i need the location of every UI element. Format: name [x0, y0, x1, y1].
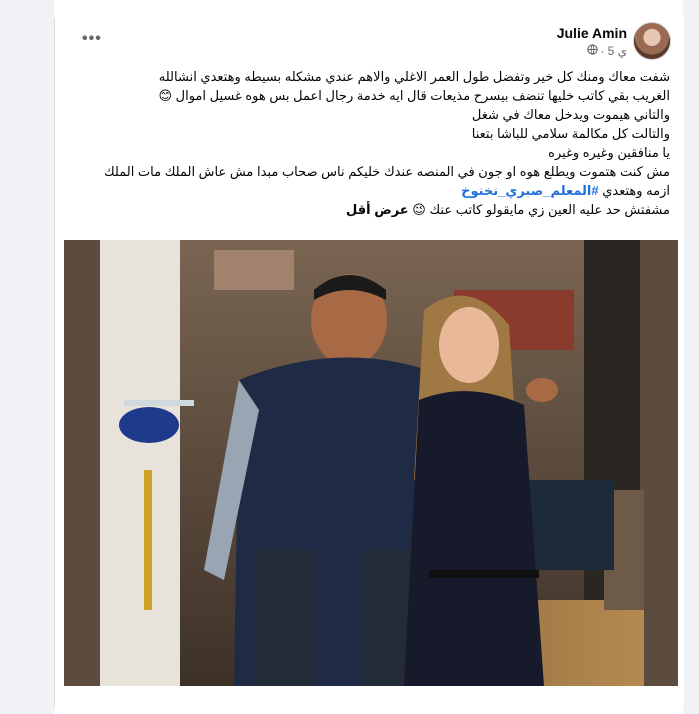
post-meta: · 5 ي — [586, 44, 627, 58]
text-line-2: الغريب بقي كاتب خليها تنضف بيسرح مذيعات … — [158, 88, 670, 103]
author-name[interactable]: Julie Amin — [557, 25, 627, 41]
avatar[interactable] — [633, 22, 671, 60]
more-options-button[interactable]: ••• — [82, 30, 102, 48]
post-text: شفت معاك ومنك كل خير وتفضل طول العمر الا… — [98, 67, 670, 219]
see-less-button[interactable]: عرض أقل — [346, 202, 409, 217]
separator: · — [600, 44, 605, 58]
text-line-4: والتالت كل مكالمة سلامي للباشا بتعنا — [471, 126, 670, 141]
globe-icon[interactable] — [586, 44, 598, 58]
hashtag-prefix: ازمه وهتعدي — [598, 183, 670, 198]
text-line-1: شفت معاك ومنك كل خير وتفضل طول العمر الا… — [158, 69, 670, 84]
last-line: مشفتش حد عليه العين زي مايقولو كاتب عنك … — [98, 200, 670, 219]
photo-illustration — [64, 240, 678, 686]
post-time[interactable]: 5 ي — [608, 44, 627, 58]
text-line-6: مش كنت هتموت ويطلع هوه او جون في المنصه … — [103, 164, 670, 179]
hashtag-line: ازمه وهتعدي #المعلم_صبري_نخنوخ — [98, 181, 670, 200]
post-photo[interactable] — [64, 240, 678, 686]
hashtag-link[interactable]: #المعلم_صبري_نخنوخ — [461, 183, 599, 198]
last-line-text: مشفتش حد عليه العين زي مايقولو كاتب عنك … — [408, 202, 670, 217]
page-background-right — [683, 0, 699, 714]
text-line-5: يا منافقين وغيره وغيره — [548, 145, 670, 160]
text-line-3: والتاني هيموت ويدخل معاك في شغل — [471, 107, 670, 122]
page-background-left — [0, 0, 54, 714]
